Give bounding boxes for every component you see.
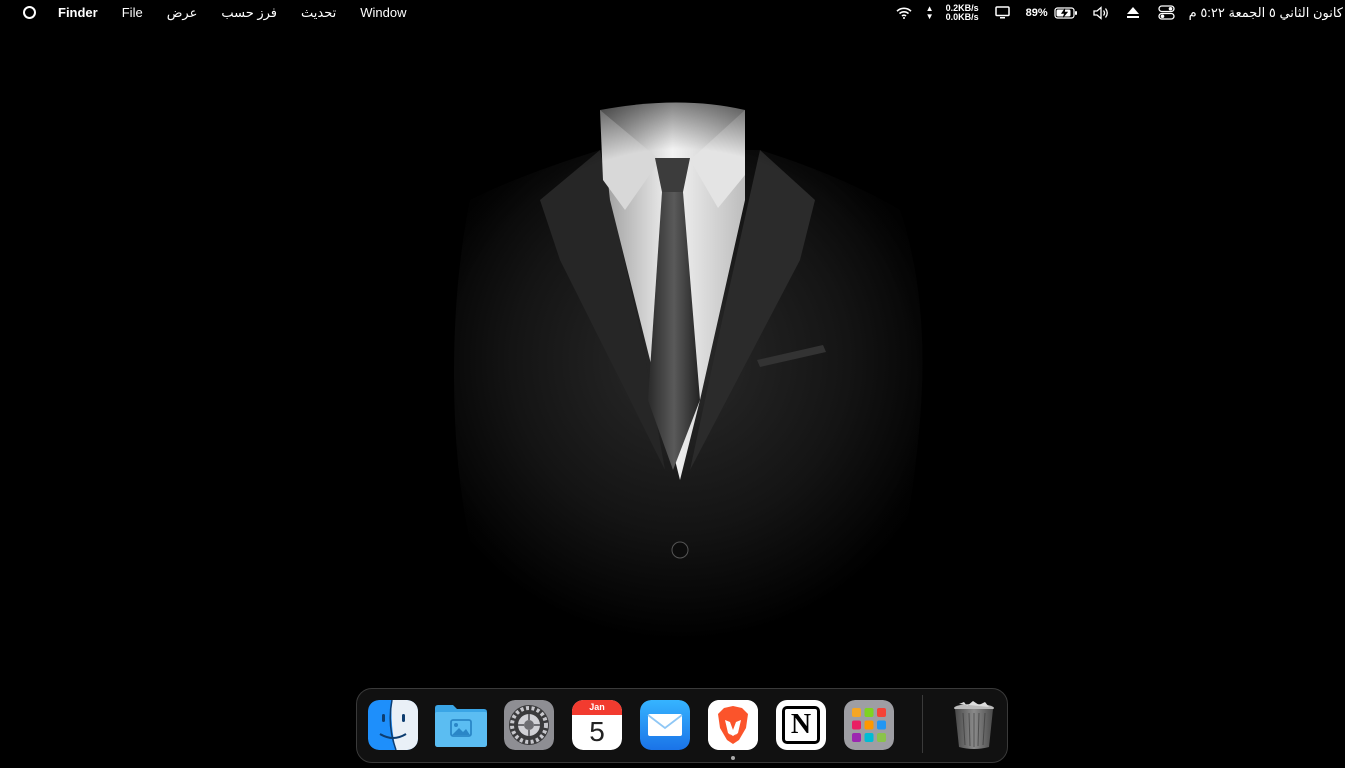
notion-icon: N [782, 706, 820, 744]
mail-icon [640, 700, 690, 750]
wifi-icon[interactable] [896, 7, 912, 19]
network-arrows-icon: ▲ ▼ [925, 3, 934, 21]
menu-bar-left: Finder File عرض فرز حسب تحديث Window [0, 0, 431, 25]
menu-clock[interactable]: كانون الثاني ٥ الجمعة ٥:٢٢ م [1189, 5, 1343, 21]
dock-trash[interactable] [949, 700, 999, 750]
calendar-icon: Jan 5 [572, 700, 622, 750]
menu-app-name[interactable]: Finder [58, 5, 98, 20]
menu-item-file[interactable]: File [122, 5, 143, 20]
dock-app-mail[interactable] [640, 700, 690, 750]
launchpad-grid-icon [844, 700, 894, 750]
network-download: 0.0KB/s [945, 11, 979, 22]
network-speed: 0.2KB/s 0.0KB/s [945, 3, 979, 22]
notion-letter: N [790, 709, 812, 740]
dock: Jan 5 N [356, 688, 1008, 763]
dock-app-photos-folder[interactable] [433, 700, 489, 750]
calendar-month: Jan [572, 700, 622, 715]
finder-icon [368, 700, 418, 750]
dock-app-calendar[interactable]: Jan 5 [572, 700, 622, 750]
brave-lion-icon [708, 700, 758, 750]
menu-item-sort-by[interactable]: فرز حسب [221, 5, 277, 21]
dock-app-finder[interactable] [368, 700, 418, 750]
running-indicator [731, 756, 735, 760]
apple-menu-icon[interactable] [23, 6, 36, 19]
menu-item-window[interactable]: Window [360, 5, 406, 20]
folder-photos-icon [435, 705, 487, 747]
display-icon[interactable] [994, 6, 1010, 19]
trash-icon [954, 701, 994, 749]
desktop-wallpaper [0, 25, 1345, 768]
menu-item-view[interactable]: عرض [167, 5, 198, 21]
suit-portrait-image [0, 25, 1345, 768]
dock-app-notion[interactable]: N [776, 700, 826, 750]
battery-percent: 89% [1025, 6, 1048, 19]
volume-icon[interactable] [1092, 5, 1110, 20]
calendar-day: 5 [589, 716, 605, 747]
battery-charging-icon[interactable] [1054, 6, 1078, 19]
dock-separator [922, 695, 923, 753]
eject-icon[interactable] [1126, 6, 1140, 19]
dock-app-brave[interactable] [708, 700, 758, 750]
menu-item-refresh[interactable]: تحديث [301, 5, 336, 21]
dock-app-launchpad[interactable] [844, 700, 894, 750]
control-center-icon[interactable] [1158, 5, 1175, 20]
settings-gear-icon [504, 700, 554, 750]
dock-app-system-settings[interactable] [504, 700, 554, 750]
menu-bar: Finder File عرض فرز حسب تحديث Window ▲ ▼ … [0, 0, 1345, 25]
menu-bar-right: ▲ ▼ 0.2KB/s 0.0KB/s 89% كانون الثاني ٥ ا… [882, 0, 1345, 25]
